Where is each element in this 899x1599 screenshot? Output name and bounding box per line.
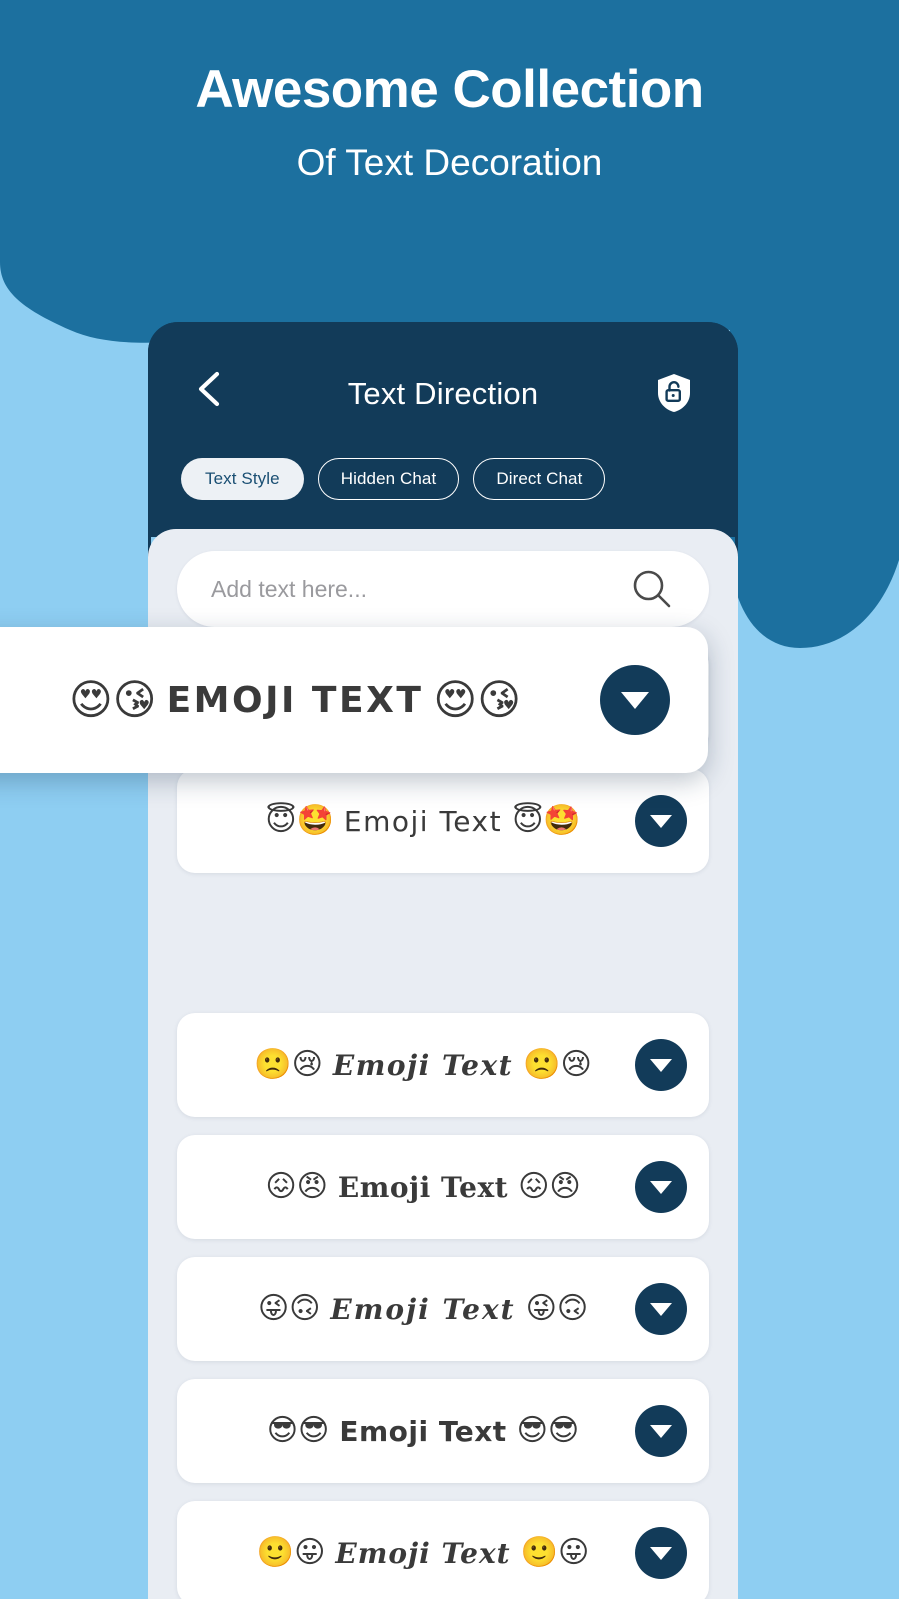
left-emoji-pair: 🙁😢 <box>254 1047 323 1082</box>
style-row-label: Emoji Text <box>337 1170 509 1204</box>
search-input[interactable]: Add text here... <box>177 576 367 603</box>
chevron-down-glyph <box>650 1302 672 1316</box>
style-row-label: EMOJI TEXT <box>166 679 424 721</box>
style-list: 😍🥰Emoji Text😍🥰😇🤩Emoji Text😇🤩🙁😢Emoji Text… <box>148 647 738 1599</box>
left-emoji-pair: 😇🤩 <box>265 803 334 838</box>
style-row-label: Emoji Text <box>330 1292 516 1326</box>
style-row-content: 🙂😛 Emoji Text 🙂😛 <box>257 1537 630 1570</box>
style-row-content: 🙁😢 Emoji Text 🙁😢 <box>254 1049 632 1082</box>
highlighted-row-spacer <box>148 891 738 1013</box>
chevron-down-icon[interactable] <box>635 1039 687 1091</box>
style-row[interactable]: 😎😎 Emoji Text 😎😎 <box>177 1379 709 1483</box>
style-row[interactable]: 😖😠 Emoji Text 😖😠 <box>177 1135 709 1239</box>
tab-direct-chat[interactable]: Direct Chat <box>473 458 606 500</box>
page-title: Text Direction <box>347 376 539 411</box>
app-bar-row: Text Direction <box>148 322 738 438</box>
tab-hidden-chat[interactable]: Hidden Chat <box>317 458 460 500</box>
tab-bar: Text Style Hidden Chat Direct Chat <box>148 458 738 500</box>
style-row[interactable]: 😜🙃 Emoji Text 😜🙃 <box>177 1257 709 1361</box>
left-emoji-pair: 😖😠 <box>265 1169 328 1204</box>
tab-text-style[interactable]: Text Style <box>181 458 304 500</box>
chevron-down-glyph <box>650 814 672 828</box>
chevron-down-glyph <box>650 1180 672 1194</box>
style-row-highlighted[interactable]: 😍😘 EMOJI TEXT 😍😘 <box>0 627 708 773</box>
right-emoji-pair: 😜🙃 <box>525 1291 589 1326</box>
phone-device-frame: Text Direction Text Style Hidden Chat Di… <box>148 322 738 1599</box>
shield-unlock-icon[interactable] <box>656 373 692 413</box>
style-row-content: 😍😘 EMOJI TEXT 😍😘 <box>69 679 521 721</box>
right-emoji-pair: 🙂😛 <box>520 1535 590 1570</box>
chevron-down-glyph <box>650 1058 672 1072</box>
right-emoji-pair: 😎😎 <box>516 1413 580 1448</box>
chevron-down-icon[interactable] <box>635 1161 687 1213</box>
right-emoji-pair: 😍😘 <box>433 675 521 724</box>
chevron-down-glyph <box>650 1546 672 1560</box>
style-row[interactable]: 😇🤩 Emoji Text 😇🤩 <box>177 769 709 873</box>
right-emoji-pair: 🙁😢 <box>523 1047 592 1082</box>
style-row-label: Emoji Text <box>335 1536 511 1570</box>
app-bar: Text Direction Text Style Hidden Chat Di… <box>148 322 738 537</box>
chevron-down-glyph <box>621 691 649 709</box>
style-row-label: Emoji Text <box>343 804 503 838</box>
left-emoji-pair: 😜🙃 <box>257 1291 321 1326</box>
style-row-content: 😜🙃 Emoji Text 😜🙃 <box>258 1293 628 1326</box>
search-bar[interactable]: Add text here... <box>177 551 709 627</box>
left-emoji-pair: 😍😘 <box>69 675 157 724</box>
style-row-label: Emoji Text <box>332 1048 514 1082</box>
chevron-down-icon[interactable] <box>635 795 687 847</box>
left-emoji-pair: 🙂😛 <box>256 1535 326 1570</box>
right-emoji-pair: 😖😠 <box>518 1169 581 1204</box>
style-row-label: Emoji Text <box>339 1414 507 1448</box>
right-emoji-pair: 😇🤩 <box>512 803 581 838</box>
search-icon[interactable] <box>631 568 673 610</box>
style-row-content: 😖😠 Emoji Text 😖😠 <box>265 1171 620 1204</box>
style-row-content: 😇🤩 Emoji Text 😇🤩 <box>265 805 620 838</box>
left-emoji-pair: 😎😎 <box>266 1413 330 1448</box>
chevron-down-icon[interactable] <box>635 1283 687 1335</box>
chevron-down-glyph <box>650 1424 672 1438</box>
chevron-down-icon[interactable] <box>600 665 670 735</box>
style-row[interactable]: 🙂😛 Emoji Text 🙂😛 <box>177 1501 709 1599</box>
style-row[interactable]: 🙁😢 Emoji Text 🙁😢 <box>177 1013 709 1117</box>
chevron-down-icon[interactable] <box>635 1405 687 1457</box>
chevron-down-icon[interactable] <box>635 1527 687 1579</box>
style-row-content: 😎😎 Emoji Text 😎😎 <box>267 1415 619 1448</box>
